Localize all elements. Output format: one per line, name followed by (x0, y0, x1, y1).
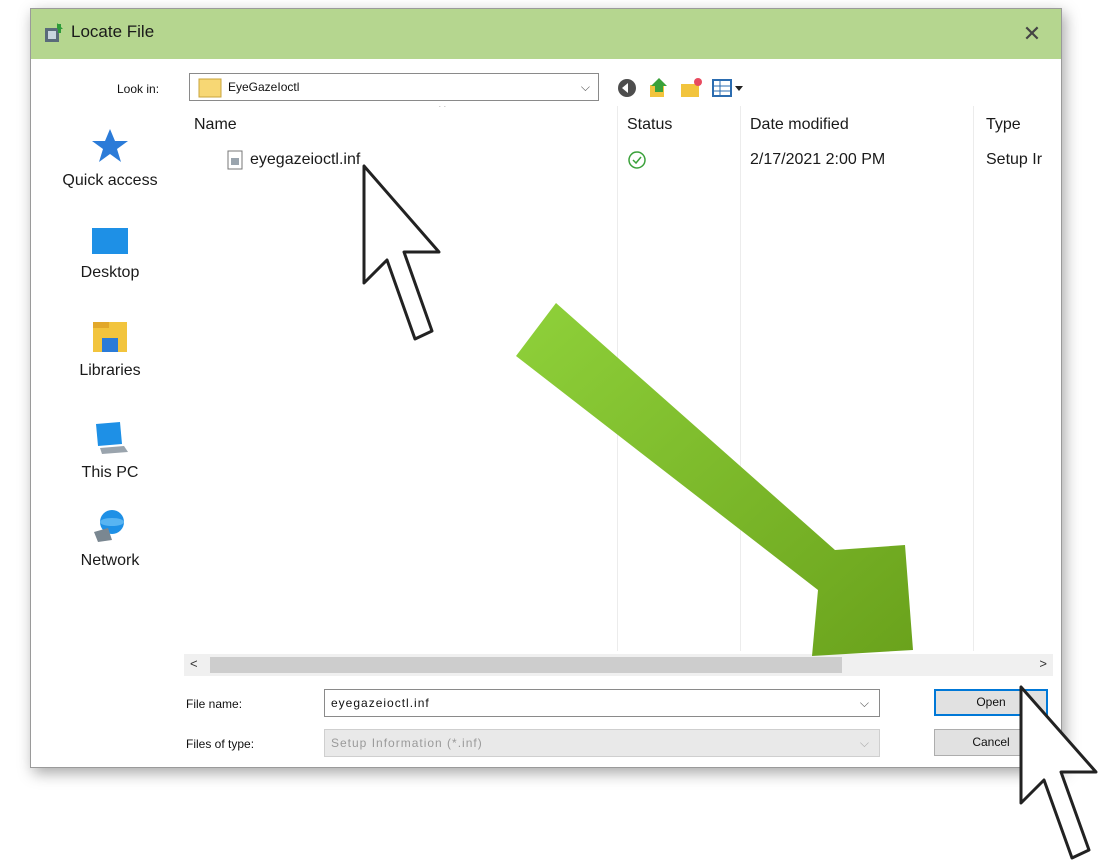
scroll-left-icon[interactable]: < (190, 656, 198, 671)
horizontal-scrollbar[interactable]: < > (184, 654, 1053, 676)
title-bar: Locate File ✕ (31, 9, 1061, 59)
files-of-type-label: Files of type: (186, 737, 255, 751)
look-in-label: Look in: (117, 82, 160, 96)
place-label: Network (80, 552, 140, 569)
back-icon[interactable] (615, 77, 639, 99)
libraries-icon (93, 322, 127, 352)
place-quick-access[interactable]: Quick access (39, 126, 181, 190)
file-name-cell: eyegazeioctl.inf (250, 151, 361, 168)
app-icon (45, 23, 63, 42)
place-label: This PC (81, 464, 139, 481)
chevron-down-icon: ⌵ (580, 80, 590, 94)
this-pc-icon (96, 422, 128, 454)
column-separator (617, 106, 618, 651)
setup-file-icon (227, 150, 243, 170)
column-separator (973, 106, 974, 651)
file-name-field[interactable]: eyegazeioctl.inf ⌵ (324, 689, 880, 717)
places-bar: Quick access Desktop Libraries This PC N… (39, 106, 181, 606)
column-header-status[interactable]: Status (627, 116, 672, 134)
place-libraries[interactable]: Libraries (39, 316, 181, 380)
place-network[interactable]: Network (39, 506, 181, 570)
window-title: Locate File (71, 22, 155, 41)
file-name-label: File name: (186, 697, 243, 711)
date-modified-cell: 2/17/2021 2:00 PM (750, 151, 886, 168)
new-folder-icon[interactable] (679, 77, 703, 99)
place-label: Desktop (80, 264, 140, 281)
look-in-dropdown[interactable]: EyeGazeIoctl ⌵ (189, 73, 599, 101)
files-of-type-value: Setup Information (*.inf) (331, 736, 483, 750)
file-name-value: eyegazeioctl.inf (331, 696, 430, 710)
chevron-down-icon: ⌵ (859, 736, 869, 750)
look-in-value: EyeGazeIoctl (228, 80, 300, 94)
files-of-type-dropdown[interactable]: Setup Information (*.inf) ⌵ (324, 729, 880, 757)
up-folder-icon[interactable] (647, 77, 671, 99)
network-icon (94, 510, 124, 542)
place-label: Quick access (62, 172, 158, 189)
scrollbar-thumb[interactable] (210, 657, 842, 673)
cancel-button[interactable]: Cancel (934, 729, 1048, 756)
scroll-right-icon[interactable]: > (1039, 656, 1047, 671)
close-button[interactable]: ✕ (1017, 19, 1047, 49)
file-list: ^ Name Status Date modified Type eyegaze… (184, 106, 1053, 651)
place-this-pc[interactable]: This PC (39, 418, 181, 482)
locate-file-dialog: Locate File ✕ Look in: EyeGazeIoctl ⌵ Qu… (30, 8, 1062, 768)
sync-ok-icon (628, 151, 646, 169)
place-desktop[interactable]: Desktop (39, 226, 181, 282)
type-cell: Setup Ir (986, 151, 1043, 168)
column-header-date-modified[interactable]: Date modified (750, 116, 849, 134)
chevron-down-icon[interactable]: ⌵ (860, 696, 869, 711)
view-menu-icon[interactable] (711, 77, 745, 99)
column-header-type[interactable]: Type (986, 116, 1021, 134)
sort-ascending-icon: ^ (439, 106, 446, 114)
column-separator (740, 106, 741, 651)
star-icon (92, 129, 128, 162)
place-label: Libraries (79, 362, 141, 379)
column-header-name[interactable]: Name (194, 116, 237, 134)
folder-icon (198, 78, 222, 98)
desktop-icon (92, 228, 128, 254)
open-button[interactable]: Open (934, 689, 1048, 716)
